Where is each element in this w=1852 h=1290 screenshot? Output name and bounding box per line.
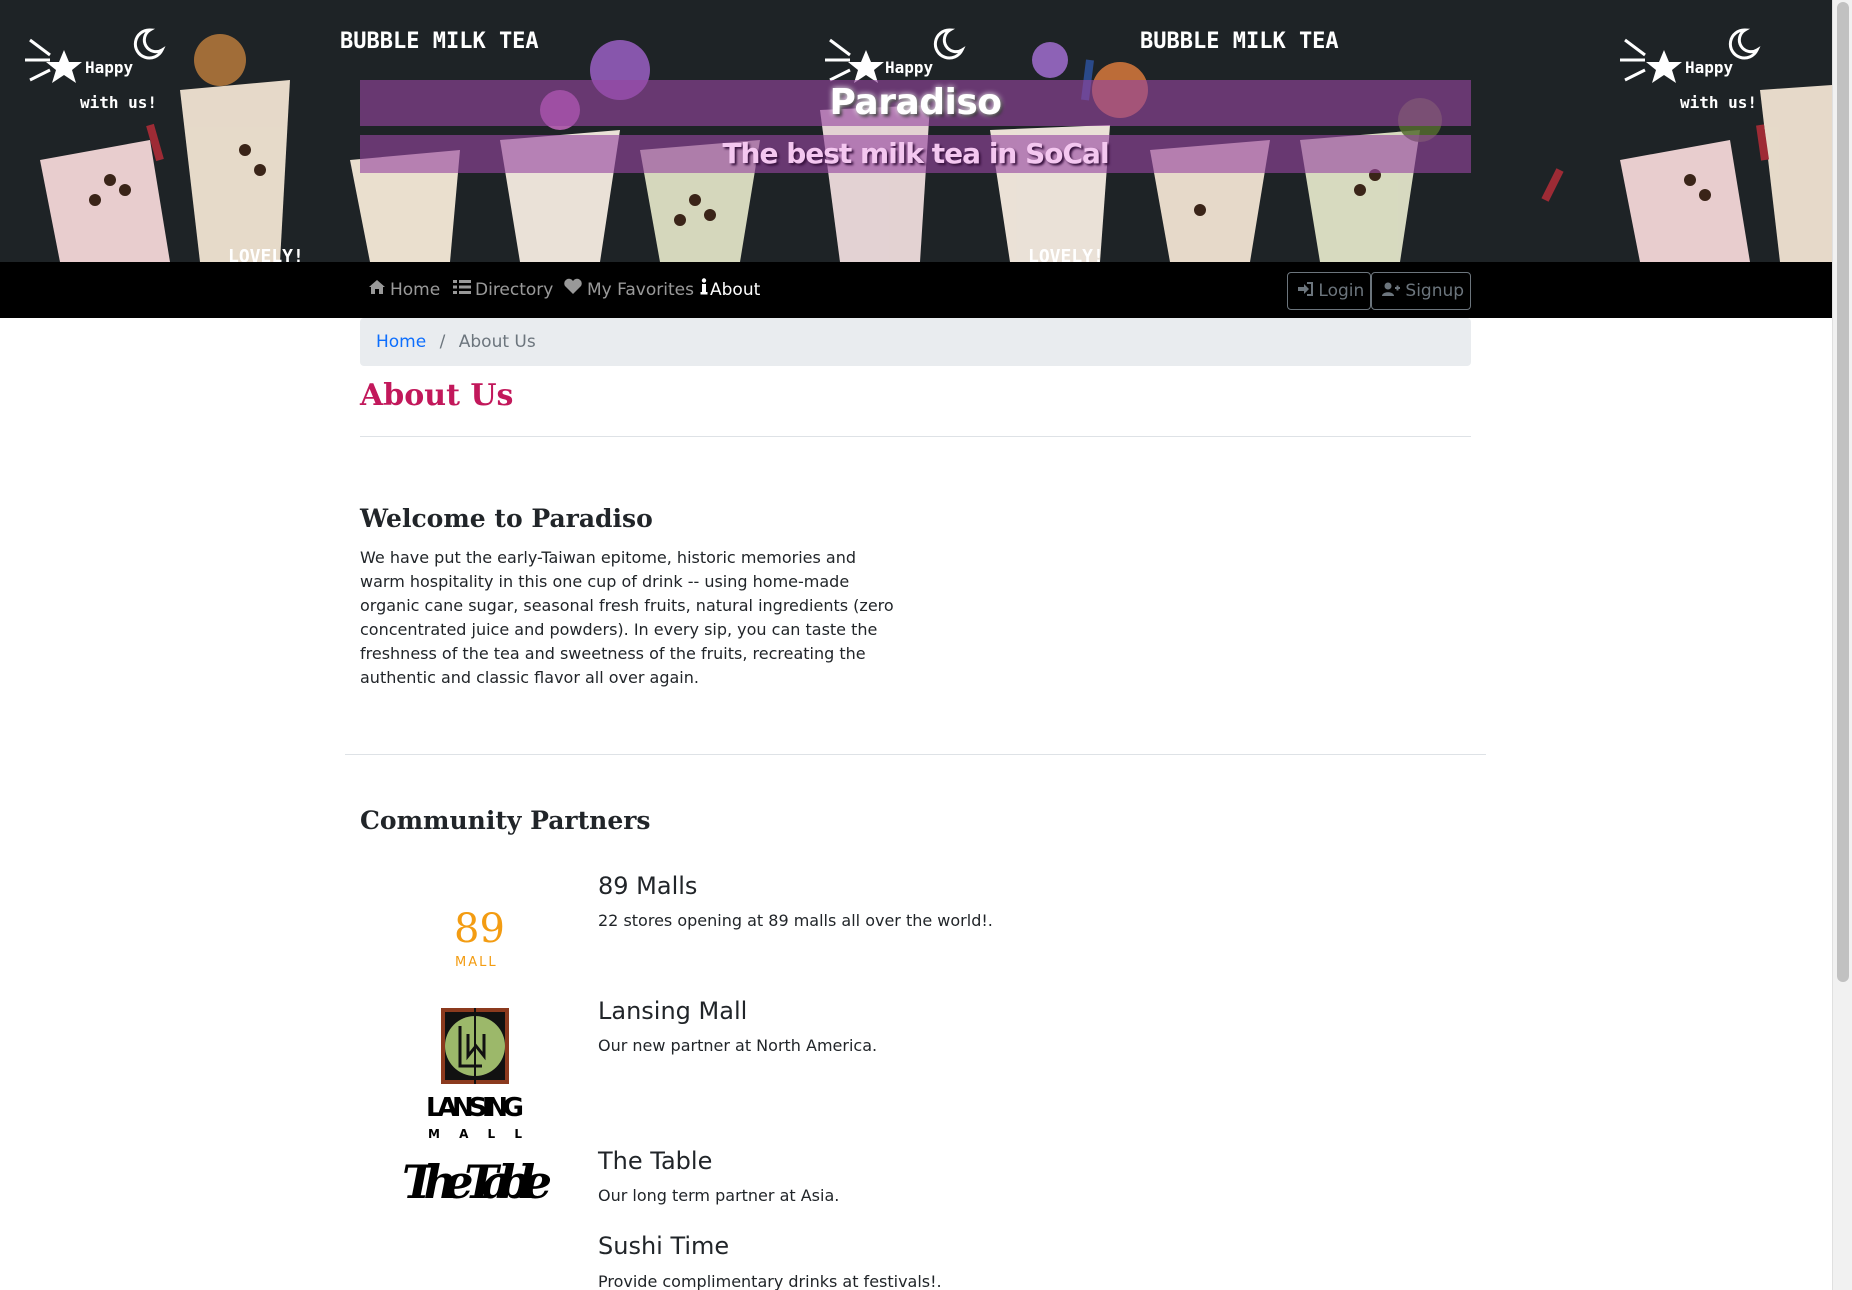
page-scrollbar[interactable] xyxy=(1832,0,1852,1290)
nav-directory[interactable]: Directory xyxy=(453,262,553,318)
89-malls-logo-sub: MALL xyxy=(455,955,498,970)
breadcrumb-home-link[interactable]: Home xyxy=(376,332,426,352)
89-malls-logo: 89 MALL xyxy=(440,900,510,970)
title-band: Paradiso xyxy=(360,80,1471,126)
breadcrumb-separator: / xyxy=(439,332,446,352)
svg-text:Happy: Happy xyxy=(1685,58,1734,77)
list-icon xyxy=(453,262,471,318)
sign-in-icon xyxy=(1298,281,1318,301)
nav-my-favorites[interactable]: My Favorites xyxy=(563,262,694,318)
banner-artwork: Happy with us! Happy Happy with us! BUBB… xyxy=(25,28,1832,262)
page-title: About Us xyxy=(360,378,514,413)
nav-directory-label: Directory xyxy=(475,280,554,300)
svg-text:with us!: with us! xyxy=(1680,93,1757,112)
section-divider xyxy=(345,754,1486,755)
partners-heading: Community Partners xyxy=(360,806,651,835)
home-icon xyxy=(368,262,386,318)
lansing-logo-sub: M A L L xyxy=(428,1127,522,1141)
scrollbar-thumb[interactable] xyxy=(1837,2,1849,982)
welcome-text: We have put the early-Taiwan epitome, hi… xyxy=(360,548,894,687)
89-malls-logo-mark: 89 xyxy=(454,906,505,952)
lansing-logo-mark: LANSING xyxy=(426,1093,524,1123)
svg-text:BUBBLE MILK TEA: BUBBLE MILK TEA xyxy=(1140,29,1339,54)
login-label: Login xyxy=(1318,281,1365,301)
partner-desc: Provide complimentary drinks at festival… xyxy=(598,1272,942,1290)
login-button[interactable]: Login xyxy=(1287,272,1371,310)
the-table-logo-mark: The Table xyxy=(402,1155,552,1208)
nav-home-label: Home xyxy=(390,280,441,300)
site-title: Paradiso xyxy=(829,82,1002,123)
partner-desc: 22 stores opening at 89 malls all over t… xyxy=(598,911,993,930)
the-table-logo: The Table xyxy=(400,1146,554,1209)
signup-label: Signup xyxy=(1405,281,1465,301)
svg-text:with us!: with us! xyxy=(80,93,157,112)
signup-button[interactable]: Signup xyxy=(1371,272,1471,310)
breadcrumb: Home / About Us xyxy=(360,318,1471,366)
lansing-mall-logo: LANSING M A L L xyxy=(420,1004,530,1144)
svg-text:LOVELY!: LOVELY! xyxy=(1028,246,1104,262)
heart-icon xyxy=(563,262,583,318)
partner-desc: Our long term partner at Asia. xyxy=(598,1186,840,1205)
main-navbar: Home Directory My Favorites About Login xyxy=(0,262,1832,318)
partner-desc: Our new partner at North America. xyxy=(598,1036,878,1055)
partner-name: Sushi Time xyxy=(598,1232,730,1260)
site-banner: Happy with us! Happy Happy with us! BUBB… xyxy=(0,0,1832,262)
user-plus-icon xyxy=(1382,281,1405,301)
welcome-heading: Welcome to Paradiso xyxy=(360,504,653,533)
breadcrumb-current: About Us xyxy=(458,332,536,352)
svg-text:Happy: Happy xyxy=(85,58,134,77)
partner-name: 89 Malls xyxy=(598,872,698,900)
nav-home[interactable]: Home xyxy=(368,262,440,318)
tagline-band: The best milk tea in SoCal xyxy=(360,135,1471,173)
partner-name: Lansing Mall xyxy=(598,997,748,1025)
svg-text:Happy: Happy xyxy=(885,58,934,77)
partner-name: The Table xyxy=(598,1147,713,1175)
svg-text:LOVELY!: LOVELY! xyxy=(228,246,304,262)
heading-divider xyxy=(360,436,1471,437)
nav-about-label: About xyxy=(710,280,761,300)
site-tagline: The best milk tea in SoCal xyxy=(722,137,1109,170)
info-icon xyxy=(700,262,708,318)
nav-about[interactable]: About xyxy=(700,262,760,318)
svg-text:BUBBLE MILK TEA: BUBBLE MILK TEA xyxy=(340,29,539,54)
nav-my-favorites-label: My Favorites xyxy=(587,280,694,300)
